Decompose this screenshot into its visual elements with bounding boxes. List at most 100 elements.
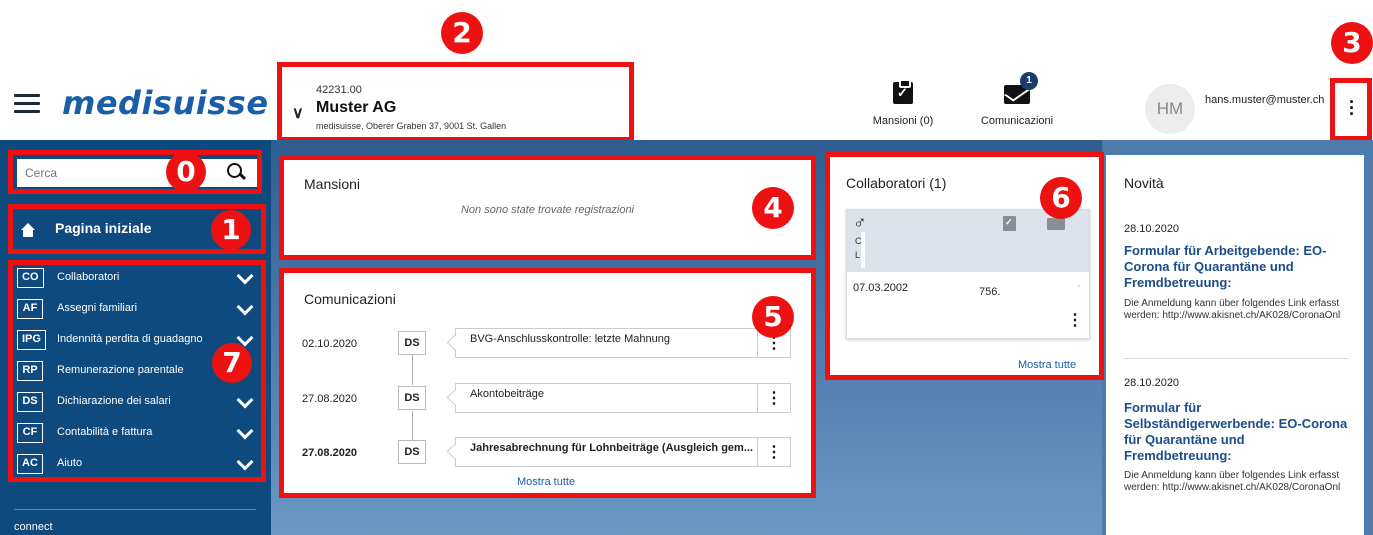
search-box: [8, 150, 262, 194]
hamburger-menu-icon[interactable]: [14, 94, 40, 114]
sidebar-item-label: Contabilità e fattura: [57, 426, 153, 438]
sidebar-item-label: Pagina iniziale: [55, 220, 152, 236]
annotation-marker-communications: 5: [752, 296, 794, 338]
sidebar-item-label: Remunerazione parentale: [57, 364, 184, 376]
annotation-marker-search: 0: [166, 152, 206, 192]
clipboard-check-icon[interactable]: [1003, 216, 1016, 231]
annotation-marker-company: 2: [441, 12, 483, 54]
employees-show-all-link[interactable]: Mostra tutte: [1018, 359, 1076, 371]
search-input[interactable]: [17, 159, 257, 187]
communications-panel: Comunicazioni 02.10.2020 DS BVG-Anschlus…: [279, 268, 816, 498]
male-icon: ♂: [853, 212, 867, 232]
communication-card[interactable]: Jahresabrechnung für Lohnbeiträge (Ausgl…: [455, 437, 773, 467]
clipboard-check-icon: [893, 79, 913, 104]
chevron-down-icon[interactable]: [237, 269, 251, 283]
sidebar-item-aiuto[interactable]: AC Aiuto: [17, 452, 261, 476]
tasks-panel: Mansioni Non sono state trovate registra…: [279, 155, 816, 260]
company-id: 42231.00: [316, 84, 362, 96]
more-vertical-icon: · · ·: [1349, 92, 1355, 124]
sidebar-item-label: Dichiarazione dei salari: [57, 395, 171, 407]
search-icon[interactable]: [227, 163, 245, 181]
sidebar-item-assegni-familiari[interactable]: AF Assegni familiari: [17, 297, 261, 321]
communications-panel-title: Comunicazioni: [304, 291, 396, 307]
menu-abbr: AC: [17, 454, 43, 474]
sidebar-item-collaboratori[interactable]: CO Collaboratori: [17, 266, 261, 290]
communication-card[interactable]: BVG-Anschlusskontrolle: letzte Mahnung: [455, 328, 773, 358]
communication-row[interactable]: 27.08.2020 DS Akontobeiträge ⋮: [302, 383, 792, 415]
chevron-down-icon[interactable]: [237, 393, 251, 407]
communication-tag: DS: [398, 440, 426, 464]
communication-date: 27.08.2020: [302, 447, 358, 459]
menu-abbr: IPG: [17, 330, 46, 350]
sidebar-divider: [14, 509, 256, 510]
employees-panel-title: Collaboratori (1): [846, 175, 947, 191]
employee-birth-date: 07.03.2002: [853, 282, 909, 294]
sidebar-item-label: Assegni familiari: [57, 302, 138, 314]
communication-date: 02.10.2020: [302, 338, 358, 350]
communication-card[interactable]: Akontobeiträge: [455, 383, 773, 413]
employee-extra: ·: [1077, 280, 1081, 292]
annotation-marker-employees: 6: [1040, 177, 1082, 219]
user-email[interactable]: hans.muster@muster.ch: [1205, 94, 1329, 106]
news-body: Die Anmeldung kann über folgendes Link e…: [1124, 470, 1341, 493]
menu-abbr: RP: [17, 361, 43, 381]
company-name: Muster AG: [316, 99, 397, 116]
user-avatar[interactable]: HM: [1145, 84, 1195, 134]
news-body: Die Anmeldung kann über folgendes Link e…: [1124, 298, 1341, 321]
chevron-down-icon[interactable]: ∨: [292, 103, 304, 123]
employee-subtitle: L: [855, 250, 861, 260]
communication-row[interactable]: 02.10.2020 DS BVG-Anschlusskontrolle: le…: [302, 328, 792, 360]
news-panel: Novità 28.10.2020 Formular für Arbeitgeb…: [1106, 155, 1364, 535]
more-vertical-icon[interactable]: ⋮: [757, 437, 791, 467]
menu-abbr: AF: [17, 299, 43, 319]
messages-header-button[interactable]: 1 Comunicazioni: [957, 72, 1077, 127]
annotation-marker-user-menu: 3: [1331, 22, 1373, 64]
menu-abbr: CO: [17, 268, 44, 288]
user-menu-button[interactable]: · · ·: [1330, 78, 1372, 141]
sidebar-item-label: Aiuto: [57, 457, 83, 469]
sidebar-item-contabilita-fattura[interactable]: CF Contabilità e fattura: [17, 421, 261, 445]
app-root: medisuisse 42231.00 ∨ Muster AG medisuis…: [0, 0, 1373, 535]
sidebar: Pagina iniziale CO Collaboratori AF Asse…: [0, 140, 271, 535]
employee-card-divider: [861, 232, 865, 268]
chevron-down-icon[interactable]: [237, 331, 251, 345]
sidebar-item-label: Indennità perdita di guadagno: [57, 333, 203, 345]
annotation-marker-tasks: 4: [752, 187, 794, 229]
sidebar-footer-label: connect: [14, 521, 53, 533]
top-header: medisuisse 42231.00 ∨ Muster AG medisuis…: [0, 0, 1373, 142]
company-address: medisuisse, Oberer Graben 37, 9001 St. G…: [316, 121, 507, 131]
tasks-header-button[interactable]: Mansioni (0): [843, 79, 963, 127]
communication-row[interactable]: 27.08.2020 DS Jahresabrechnung für Lohnb…: [302, 437, 792, 469]
chevron-down-icon[interactable]: [237, 424, 251, 438]
news-separator: [1124, 358, 1348, 359]
chevron-down-icon[interactable]: [237, 300, 251, 314]
more-vertical-icon[interactable]: ⋮: [1067, 310, 1083, 330]
employee-card-header: ♂ C L: [847, 210, 1089, 272]
menu-abbr: DS: [17, 392, 43, 412]
news-headline-link[interactable]: Formular für Selbständigerwerbende: EO-C…: [1124, 400, 1352, 464]
communication-tag: DS: [398, 331, 426, 355]
employee-card[interactable]: ♂ C L 07.03.2002 756. · ⋮: [846, 209, 1090, 339]
more-vertical-icon[interactable]: ⋮: [757, 383, 791, 413]
annotation-marker-home: 1: [211, 210, 251, 250]
menu-abbr: CF: [17, 423, 43, 443]
tasks-empty-message: Non sono state trovate registrazioni: [460, 204, 635, 216]
home-icon: [21, 223, 35, 237]
employee-ahv-number: 756.: [979, 286, 1001, 298]
communication-tag: DS: [398, 386, 426, 410]
communication-subject: BVG-Anschlusskontrolle: letzte Mahnung: [470, 333, 670, 345]
messages-count-badge: 1: [1020, 72, 1038, 90]
communications-show-all-link[interactable]: Mostra tutte: [517, 476, 575, 488]
news-headline-link[interactable]: Formular für Arbeitgebende: EO-Corona fü…: [1124, 243, 1352, 291]
communication-date: 27.08.2020: [302, 393, 358, 405]
company-selector[interactable]: 42231.00 ∨ Muster AG medisuisse, Oberer …: [277, 62, 634, 142]
medisuisse-logo[interactable]: medisuisse: [62, 84, 269, 122]
news-date: 28.10.2020: [1124, 223, 1180, 235]
sidebar-item-dichiarazione-salari[interactable]: DS Dichiarazione dei salari: [17, 390, 261, 414]
tasks-panel-title: Mansioni: [304, 176, 361, 192]
news-panel-title: Novità: [1124, 175, 1164, 191]
chevron-down-icon[interactable]: [237, 455, 251, 469]
envelope-icon[interactable]: [1047, 218, 1065, 230]
envelope-icon: 1: [1004, 72, 1038, 104]
communication-subject: Jahresabrechnung für Lohnbeiträge (Ausgl…: [470, 442, 753, 454]
